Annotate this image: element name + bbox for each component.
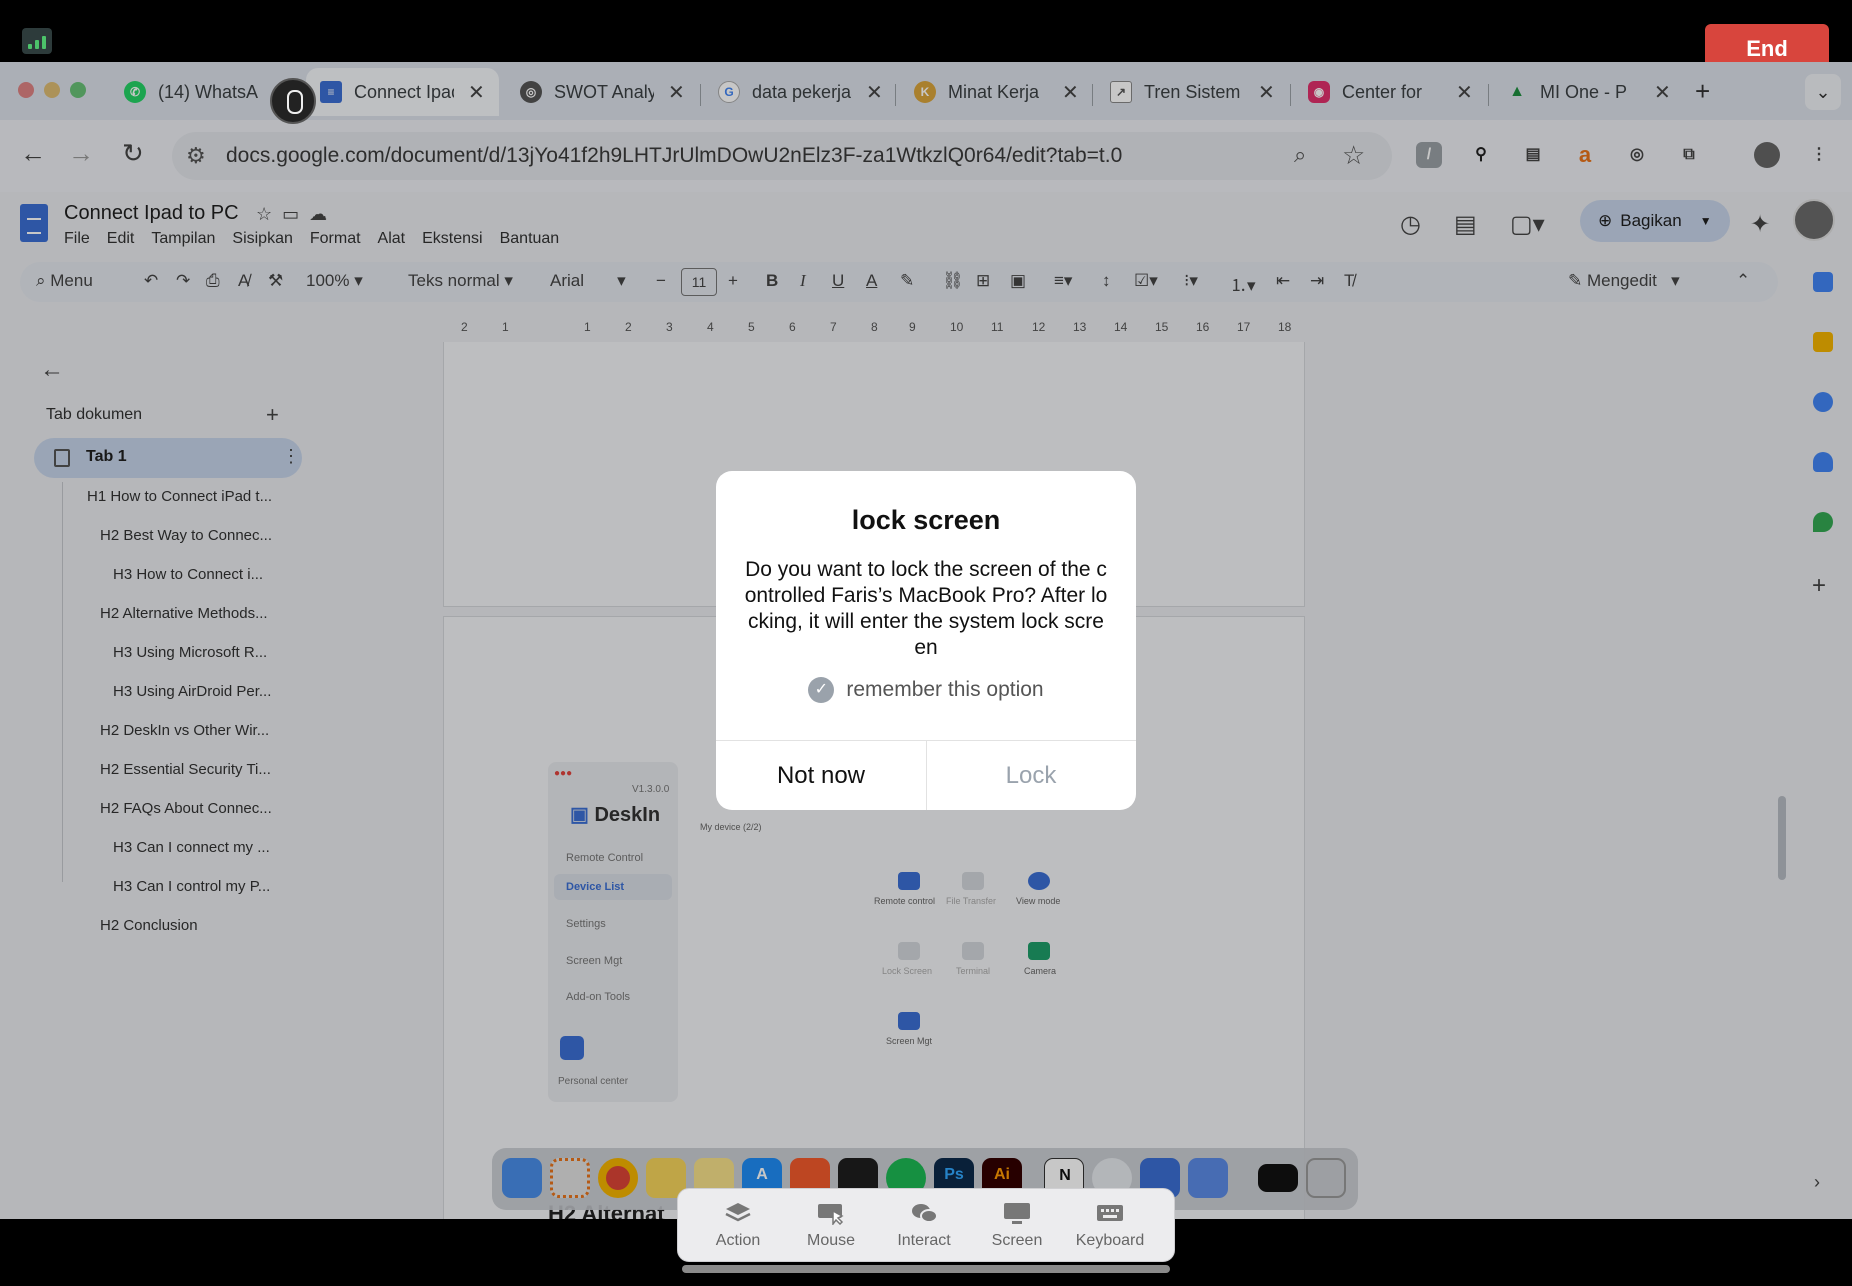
remote-session-screen: End ✆ (14) WhatsApp ✕ ≡ Connect Ipad to … xyxy=(0,0,1852,1286)
interact-control[interactable]: Interact xyxy=(878,1189,970,1263)
remember-option[interactable]: ✓ remember this option xyxy=(716,677,1136,703)
lock-button[interactable]: Lock xyxy=(926,741,1136,810)
home-indicator[interactable] xyxy=(682,1265,1170,1273)
action-label: Action xyxy=(715,1232,761,1249)
interact-label: Interact xyxy=(897,1232,951,1249)
layers-icon xyxy=(725,1203,751,1222)
not-now-button[interactable]: Not now xyxy=(716,741,926,810)
dialog-title: lock screen xyxy=(851,505,1001,535)
keyboard-control[interactable]: Keyboard xyxy=(1064,1189,1156,1263)
mouse-label: Mouse xyxy=(806,1232,856,1249)
remember-label: remember this option xyxy=(846,678,1044,701)
checkmark-icon[interactable]: ✓ xyxy=(808,677,835,703)
action-control[interactable]: Action xyxy=(692,1189,784,1263)
monitor-icon xyxy=(1004,1203,1030,1224)
chat-bubbles-icon xyxy=(912,1204,938,1223)
signal-strength-icon xyxy=(22,28,52,54)
screen-label: Screen xyxy=(991,1232,1043,1249)
lock-screen-dialog: lock screen Do you want to lock the scre… xyxy=(716,471,1136,810)
mouse-mode-indicator-icon xyxy=(270,78,316,124)
screen-control[interactable]: Screen xyxy=(971,1189,1063,1263)
keyboard-mouse-icon xyxy=(818,1204,844,1225)
keyboard-label: Keyboard xyxy=(1075,1232,1145,1249)
mouse-control[interactable]: Mouse xyxy=(785,1189,877,1263)
keyboard-icon xyxy=(1097,1205,1123,1221)
remote-control-bar: Action Mouse Interact Screen Keyboard xyxy=(677,1188,1175,1262)
dialog-message: Do you want to lock the screen of the co… xyxy=(744,558,1108,659)
remote-top-bar: End xyxy=(0,0,1852,74)
